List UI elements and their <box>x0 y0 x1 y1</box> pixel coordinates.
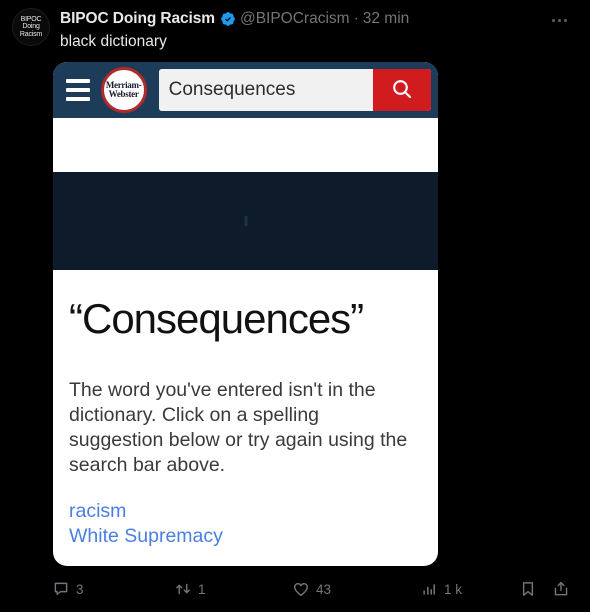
banner-placeholder-mark <box>244 216 247 226</box>
tweet-header-main: BIPOC Doing Racism @BIPOCracism · 32 min… <box>60 8 576 52</box>
verified-badge-icon <box>220 11 236 27</box>
dictionary-search-bar[interactable] <box>158 69 431 111</box>
bookmark-button[interactable] <box>510 580 546 598</box>
bookmark-icon <box>519 580 537 598</box>
avatar-line-2: Doing <box>22 23 40 31</box>
like-count: 43 <box>316 581 332 597</box>
views-button[interactable]: 1 k <box>420 580 510 598</box>
author-handle[interactable]: @BIPOCracism <box>240 9 350 29</box>
merriam-webster-navbar: Merriam- Webster <box>53 62 438 118</box>
retweet-button[interactable]: 1 <box>174 580 292 598</box>
separator-dot: · <box>353 10 359 27</box>
like-button[interactable]: 43 <box>292 580 420 598</box>
avatar-line-1: BIPOC <box>20 15 42 23</box>
page-title-text: “Consequences” <box>69 295 364 342</box>
tweet-container: BIPOC Doing Racism BIPOC Doing Racism @B… <box>0 0 590 612</box>
logo-line-2: Webster <box>108 89 139 99</box>
reply-count: 3 <box>76 581 84 597</box>
no-results-message: The word you've entered isn't in the dic… <box>69 379 408 476</box>
reply-icon <box>52 580 70 598</box>
spelling-suggestions-list: racism White Supremacy <box>69 500 422 548</box>
tweet-action-bar: 3 1 43 1 k <box>52 574 576 604</box>
search-icon <box>390 77 414 104</box>
tweet-media-card[interactable]: Merriam- Webster Consequences “Consequen… <box>53 62 438 566</box>
author-display-name[interactable]: BIPOC Doing Racism <box>60 9 215 29</box>
suggestion-link-racism[interactable]: racism <box>69 500 422 523</box>
heart-icon <box>292 580 310 598</box>
content-spacer <box>53 118 438 172</box>
hamburger-menu-icon[interactable] <box>63 75 93 105</box>
avatar[interactable]: BIPOC Doing Racism <box>12 8 50 46</box>
merriam-webster-logo[interactable]: Merriam- Webster <box>100 67 147 113</box>
tweet-header: BIPOC Doing Racism BIPOC Doing Racism @B… <box>12 8 576 52</box>
search-submit-button[interactable] <box>373 69 431 111</box>
views-count: 1 k <box>444 581 463 597</box>
timestamp[interactable]: 32 min <box>363 9 410 29</box>
search-input[interactable] <box>158 69 373 111</box>
page-title: “Consequences” “Consequences” <box>69 295 422 366</box>
suggestion-link-white-supremacy[interactable]: White Supremacy <box>69 525 422 548</box>
share-button[interactable] <box>546 580 576 598</box>
tweet-text: black dictionary <box>60 33 167 50</box>
avatar-line-3: Racism <box>19 30 43 38</box>
more-horizontal-icon[interactable] <box>544 10 574 30</box>
advertisement-banner[interactable] <box>53 172 438 270</box>
retweet-count: 1 <box>198 581 206 597</box>
retweet-icon <box>174 580 192 598</box>
dictionary-result-body: “Consequences” “Consequences” The word y… <box>53 270 438 548</box>
share-icon <box>552 580 570 598</box>
author-line: BIPOC Doing Racism @BIPOCracism · 32 min <box>60 9 576 29</box>
reply-button[interactable]: 3 <box>52 580 174 598</box>
analytics-icon <box>420 580 438 598</box>
